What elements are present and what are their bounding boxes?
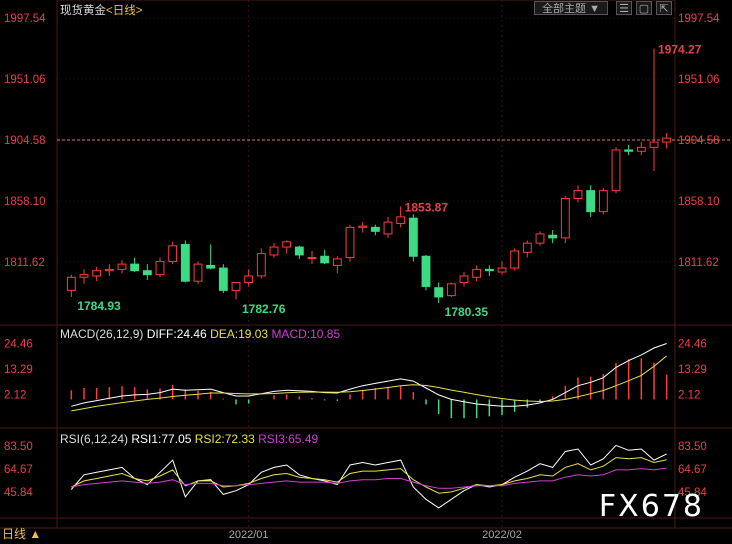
candle-body: [66, 276, 76, 291]
candle-body: [193, 263, 203, 282]
theme-selector[interactable]: 全部主题 ▼: [534, 1, 608, 15]
candle-body: [269, 246, 279, 256]
macd-tick-right: 13.29: [678, 364, 707, 376]
y-tick-label-left: 1811.62: [4, 257, 45, 269]
macd-tick-left: 2.12: [4, 390, 26, 402]
rsi-tick-left: 64.67: [4, 464, 33, 476]
y-tick-label-left: 1997.54: [4, 13, 46, 25]
candle-body: [218, 267, 228, 291]
candle-body: [586, 190, 596, 213]
candle-body: [573, 190, 583, 200]
candle-body: [244, 275, 254, 283]
candle-body: [611, 149, 621, 192]
candle-body: [307, 257, 317, 260]
macd-tick-right: 24.46: [678, 339, 707, 351]
y-tick-label-left: 1858.10: [4, 196, 46, 208]
candle-body: [104, 268, 114, 272]
window-icon[interactable]: ▢: [636, 1, 652, 15]
candle-body: [446, 283, 456, 297]
y-tick-label-right: 1951.06: [678, 74, 720, 86]
candle-body: [231, 281, 241, 291]
rsi-tick-left: 83.50: [4, 441, 33, 453]
candle-body: [434, 287, 444, 298]
candle-body: [535, 233, 545, 244]
x-tick-label: 2022/02: [482, 529, 522, 541]
list-icon[interactable]: ☰: [616, 1, 632, 15]
candle-body: [370, 226, 380, 232]
candle-body: [560, 198, 570, 239]
candle-body: [459, 275, 469, 283]
candle-body: [510, 250, 520, 269]
y-tick-label-right: 1997.54: [678, 13, 720, 25]
candle-body: [624, 149, 634, 152]
candle-body: [256, 253, 266, 277]
candle-body: [142, 270, 152, 276]
y-tick-label-left: 1951.06: [4, 74, 46, 86]
candle-body: [130, 263, 140, 272]
candle-body: [522, 242, 532, 253]
candle-body: [168, 245, 178, 263]
candle-body: [282, 241, 292, 248]
rsi-tick-right: 83.50: [678, 441, 707, 453]
candle-body: [636, 146, 646, 152]
candle-body: [484, 268, 494, 272]
export-icon[interactable]: ⇱: [656, 1, 672, 15]
x-tick-label: 2022/01: [229, 529, 269, 541]
watermark: FX678: [598, 489, 704, 524]
candle-body: [206, 264, 216, 269]
rsi-tick-right: 64.67: [678, 464, 707, 476]
candle-body: [649, 141, 659, 148]
high-annotation: 1974.27: [658, 43, 702, 57]
period-button[interactable]: 日线 ▲: [2, 525, 41, 542]
low-annotation: 1780.35: [445, 305, 489, 319]
macd-tick-left: 24.46: [4, 339, 33, 351]
candle-body: [294, 246, 304, 256]
candle-body: [421, 255, 431, 287]
candle-body: [358, 225, 368, 228]
candle-body: [383, 221, 393, 235]
y-tick-label-right: 1858.10: [678, 196, 720, 208]
y-tick-label-right: 1904.58: [678, 135, 720, 147]
candle-body: [92, 270, 102, 277]
candle-body: [408, 217, 418, 257]
low-annotation: 1782.76: [242, 302, 286, 316]
candle-body: [497, 267, 507, 273]
candle-body: [332, 258, 342, 266]
candle-body: [117, 263, 127, 270]
macd-tick-right: 2.12: [678, 390, 700, 402]
candle-body: [472, 268, 482, 278]
y-tick-label-left: 1904.58: [4, 135, 46, 147]
rsi-legend: RSI(6,12,24) RSI1:77.05 RSI2:72.33 RSI3:…: [60, 432, 318, 446]
candle-body: [548, 234, 558, 239]
low-annotation: 1784.93: [77, 299, 121, 313]
rsi-line-1: [70, 444, 667, 509]
high-annotation: 1853.87: [405, 201, 449, 215]
candle-body: [180, 243, 190, 282]
macd-tick-left: 13.29: [4, 364, 33, 376]
macd-legend: MACD(26,12,9) DIFF:24.46 DEA:19.03 MACD:…: [60, 327, 340, 341]
y-tick-label-right: 1811.62: [678, 257, 719, 269]
rsi-tick-left: 45.84: [4, 487, 33, 499]
candle-body: [155, 261, 165, 276]
candle-body: [320, 255, 330, 264]
candle-body: [598, 190, 608, 213]
symbol-title: 现货黄金<日线>: [60, 5, 143, 17]
candle-body: [662, 137, 672, 143]
candle-body: [79, 274, 89, 278]
candle-body: [345, 226, 355, 259]
triangle-down-icon: ▼: [589, 3, 600, 15]
chart-canvas: 2022/01 2022/02 1997.54 1997.54 1951.06 1951.…: [0, 0, 732, 541]
candle-body: [396, 216, 406, 224]
